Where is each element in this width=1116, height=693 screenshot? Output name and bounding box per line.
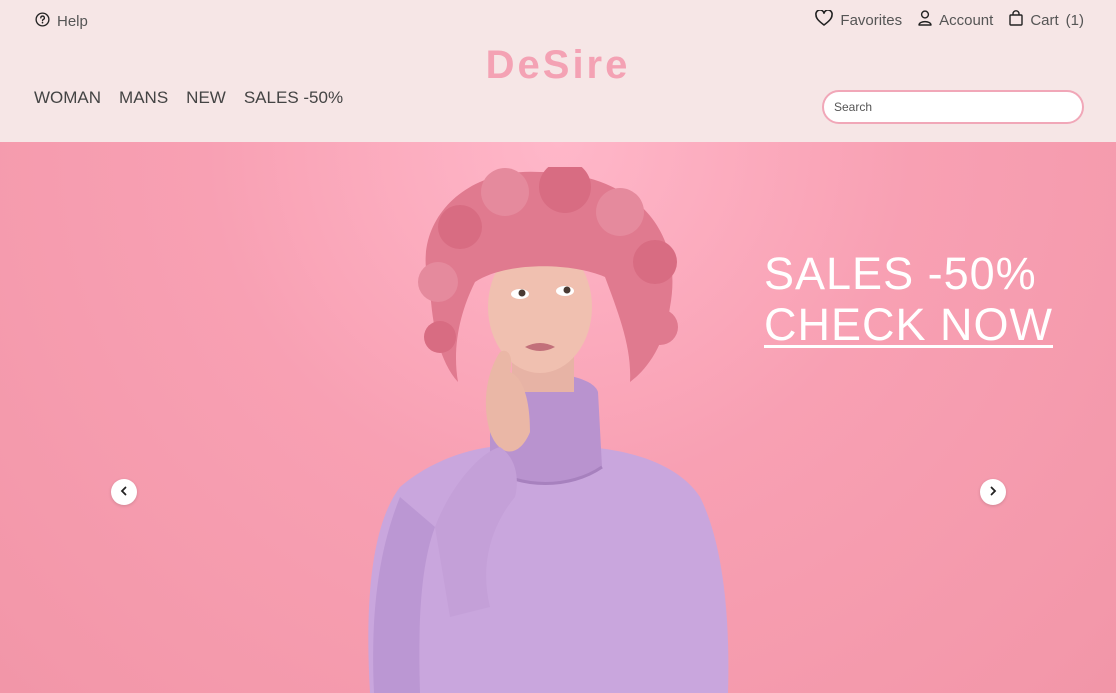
site-header: Help Favorites Account Cart (1) DeSire W… <box>0 0 1116 142</box>
carousel-next-button[interactable] <box>980 479 1006 505</box>
nav-item-sales[interactable]: SALES -50% <box>244 88 343 108</box>
hero-banner: SALES -50% CHECK NOW <box>0 142 1116 693</box>
promo-block: SALES -50% CHECK NOW <box>764 248 1053 350</box>
chevron-left-icon <box>120 483 128 501</box>
favorites-link[interactable]: Favorites <box>815 9 903 30</box>
carousel-prev-button[interactable] <box>111 479 137 505</box>
nav-item-new[interactable]: NEW <box>186 88 226 108</box>
nav-item-mans[interactable]: MANS <box>119 88 168 108</box>
help-label: Help <box>57 13 88 30</box>
account-label: Account <box>939 11 994 29</box>
account-toolbar: Favorites Account Cart (1) <box>815 9 1084 30</box>
favorites-label: Favorites <box>840 11 903 29</box>
site-logo[interactable]: DeSire <box>0 43 1116 88</box>
nav-item-woman[interactable]: WOMAN <box>34 88 101 108</box>
help-link[interactable]: Help <box>35 12 88 31</box>
main-nav: WOMAN MANS NEW SALES -50% <box>34 88 343 108</box>
cart-link[interactable]: Cart (1) <box>1009 10 1084 30</box>
help-circle-icon <box>35 12 50 31</box>
shopping-bag-icon <box>1009 10 1024 30</box>
search-input[interactable] <box>822 90 1084 124</box>
check-now-link[interactable]: CHECK NOW <box>764 299 1053 350</box>
hero-model-image <box>368 167 729 693</box>
account-link[interactable]: Account <box>918 10 993 30</box>
heart-icon <box>815 9 834 30</box>
chevron-right-icon <box>989 483 997 501</box>
user-icon <box>918 10 932 30</box>
cart-label: Cart <box>1030 11 1059 29</box>
cart-count: (1) <box>1065 11 1084 29</box>
promo-headline: SALES -50% <box>764 248 1037 299</box>
